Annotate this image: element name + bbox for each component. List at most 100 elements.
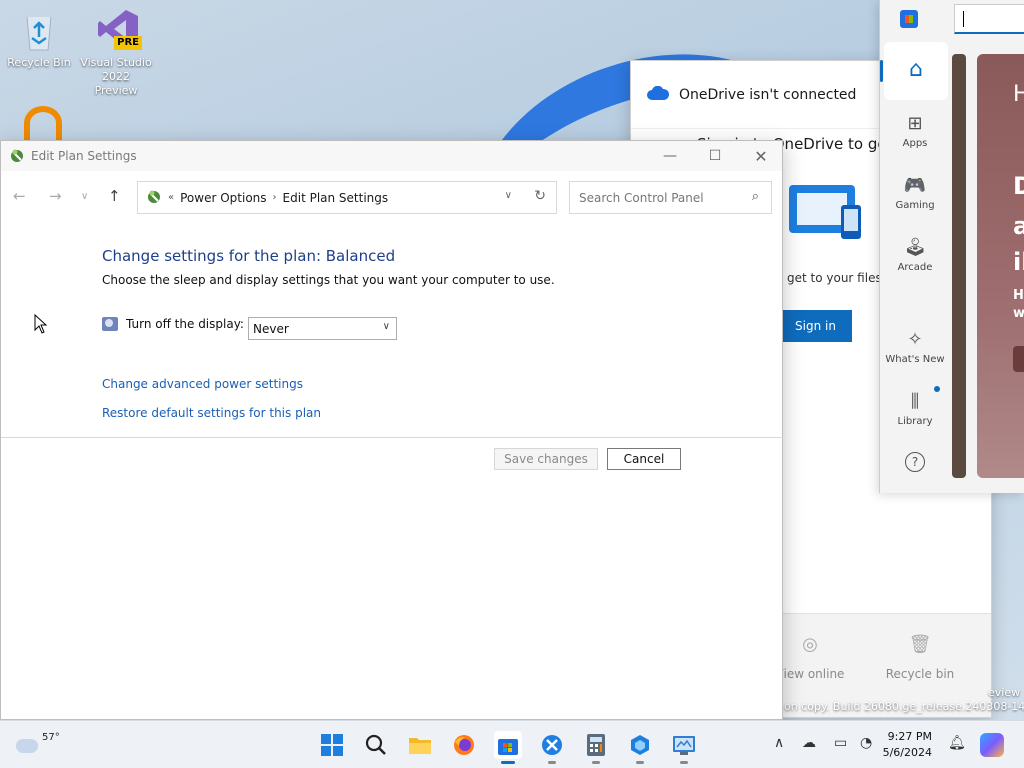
clock-time: 9:27 PM (887, 730, 932, 743)
build-watermark: on copy. Build 26080.ge_release.240308-1… (784, 700, 1024, 713)
save-changes-button[interactable]: Save changes (494, 448, 598, 470)
store-button[interactable] (494, 731, 522, 759)
onedrive-sign-in-button[interactable]: Sign in (779, 310, 852, 342)
store-nav-gaming[interactable]: 🎮 Gaming (880, 162, 950, 224)
up-button[interactable]: ↑ (108, 187, 121, 205)
store-nav-label: Gaming (895, 200, 935, 211)
start-button[interactable] (318, 731, 346, 759)
turn-off-display-select[interactable]: Never ∨ (248, 317, 397, 340)
divider (1, 437, 784, 438)
whats-new-icon: ✧ (907, 329, 923, 350)
firefox-button[interactable] (450, 731, 478, 759)
calculator-icon (587, 734, 605, 756)
calculator-button[interactable] (582, 731, 610, 759)
desktop-icon-label: Recycle Bin (7, 56, 71, 69)
store-window: ⌂ ⊞ Apps 🎮 Gaming 🕹 Arcade ✧ What's New … (879, 0, 1024, 493)
hero-button[interactable] (1013, 346, 1024, 372)
store-nav-home[interactable]: ⌂ (880, 42, 948, 100)
forward-button[interactable]: → (49, 187, 62, 205)
address-bar[interactable]: « Power Options › Edit Plan Settings ∨ ↻ (137, 181, 557, 214)
file-explorer-icon (409, 738, 431, 754)
edit-plan-settings-window: Edit Plan Settings — ☐ ✕ ← → ∨ ↑ « Power… (0, 140, 784, 720)
restore-default-settings-link[interactable]: Restore default settings for this plan (102, 406, 321, 420)
store-active-indicator (501, 761, 515, 764)
sound-network-icon[interactable]: ◔ (860, 735, 872, 751)
snipping-tool-button[interactable] (538, 731, 566, 759)
arcade-icon: 🕹 (903, 237, 927, 258)
breadcrumb-edit-plan-settings[interactable]: Edit Plan Settings (283, 191, 389, 205)
hero-letter: H (1013, 288, 1024, 303)
select-value: Never (253, 321, 289, 336)
breadcrumb-power-options[interactable]: Power Options (180, 191, 266, 205)
desktop-icon-visual-studio[interactable]: PRE Visual Studio 2022 Preview (80, 8, 152, 98)
recycle-bin-icon (19, 8, 59, 52)
cancel-button[interactable]: Cancel (607, 448, 681, 470)
control-panel-icon (673, 736, 695, 755)
control-panel-button[interactable] (670, 731, 698, 759)
close-button[interactable]: ✕ (738, 141, 784, 171)
calculator-indicator (592, 761, 600, 764)
desktop-icon-recycle-bin[interactable]: Recycle Bin (3, 8, 75, 70)
weather-widget[interactable]: 57° (16, 729, 60, 753)
visual-studio-icon: PRE (96, 8, 142, 52)
store-nav-arcade[interactable]: 🕹 Arcade (880, 224, 950, 286)
gaming-icon: 🎮 (903, 175, 927, 196)
power-options-icon (9, 147, 25, 166)
store-logo-icon (900, 10, 918, 28)
onedrive-cloud-icon (647, 85, 670, 104)
address-dropdown-icon[interactable]: ∨ (505, 190, 512, 201)
onedrive-illustration (787, 175, 879, 249)
taskbar: 57° ∧ ☁ ▭ ◔ 9:27 PM 5/6/2024 🔔︎ (0, 720, 1024, 768)
recycle-bin-label: Recycle bin (885, 667, 955, 681)
mouse-cursor-icon (34, 313, 48, 337)
weather-cloud-icon (16, 739, 38, 753)
breadcrumb-separator-icon: › (272, 192, 277, 203)
file-explorer-button[interactable] (406, 731, 434, 759)
change-advanced-power-settings-link[interactable]: Change advanced power settings (102, 377, 303, 391)
display-icon (102, 317, 118, 331)
view-online-label: View online (775, 667, 845, 681)
azure-icon (631, 735, 649, 755)
search-icon[interactable]: ⌕ (752, 189, 759, 204)
hero-letter: il (1013, 248, 1024, 276)
firefox-icon (454, 735, 474, 755)
partial-desktop-icon[interactable] (24, 106, 62, 140)
display-settings-icon[interactable]: ▭ (834, 735, 847, 751)
store-nav-apps[interactable]: ⊞ Apps (880, 100, 950, 162)
store-nav-label: What's New (885, 354, 945, 365)
store-nav-library[interactable]: ⫼ Library (880, 378, 950, 440)
snipping-icon (542, 735, 562, 755)
maximize-button[interactable]: ☐ (692, 141, 738, 171)
notification-bell-icon[interactable]: 🔔︎ (948, 735, 966, 751)
store-nav-label: Apps (902, 138, 928, 149)
recycle-bin-button[interactable]: 🗑 Recycle bin (875, 634, 965, 681)
copilot-icon[interactable] (980, 733, 1004, 757)
hero-letter: H (1013, 82, 1024, 107)
onedrive-offline-icon[interactable]: ☁ (802, 735, 816, 751)
back-button[interactable]: ← (13, 187, 26, 205)
snipping-indicator (548, 761, 556, 764)
apps-icon: ⊞ (907, 113, 923, 134)
trash-icon: 🗑 (908, 634, 932, 655)
minimize-button[interactable]: — (647, 141, 693, 171)
refresh-icon[interactable]: ↻ (534, 188, 546, 204)
system-clock[interactable]: 9:27 PM 5/6/2024 (880, 729, 932, 761)
azure-button[interactable] (626, 731, 654, 759)
store-nav-whats-new[interactable]: ✧ What's New (880, 316, 950, 378)
turn-off-display-row: Turn off the display: (102, 317, 244, 331)
breadcrumb-overflow-icon[interactable]: « (168, 192, 174, 203)
store-hero-banner[interactable]: H D a il H w (977, 54, 1024, 478)
store-nav-help[interactable]: ? (880, 440, 950, 488)
store-nav-label: Library (897, 416, 933, 427)
recent-locations-button[interactable]: ∨ (81, 191, 88, 202)
search-button[interactable] (362, 731, 390, 759)
search-control-panel-input[interactable]: Search Control Panel ⌕ (569, 181, 772, 214)
page-title: Change settings for the plan: Balanced (102, 247, 396, 265)
clock-date: 5/6/2024 (882, 746, 932, 759)
show-hidden-icons-chevron[interactable]: ∧ (774, 735, 784, 751)
onedrive-title: OneDrive isn't connected (679, 86, 857, 103)
edition-watermark: eview (988, 686, 1021, 699)
store-search-input[interactable] (954, 4, 1024, 34)
page-description: Choose the sleep and display settings th… (102, 273, 555, 287)
hero-letter: D (1013, 172, 1024, 200)
